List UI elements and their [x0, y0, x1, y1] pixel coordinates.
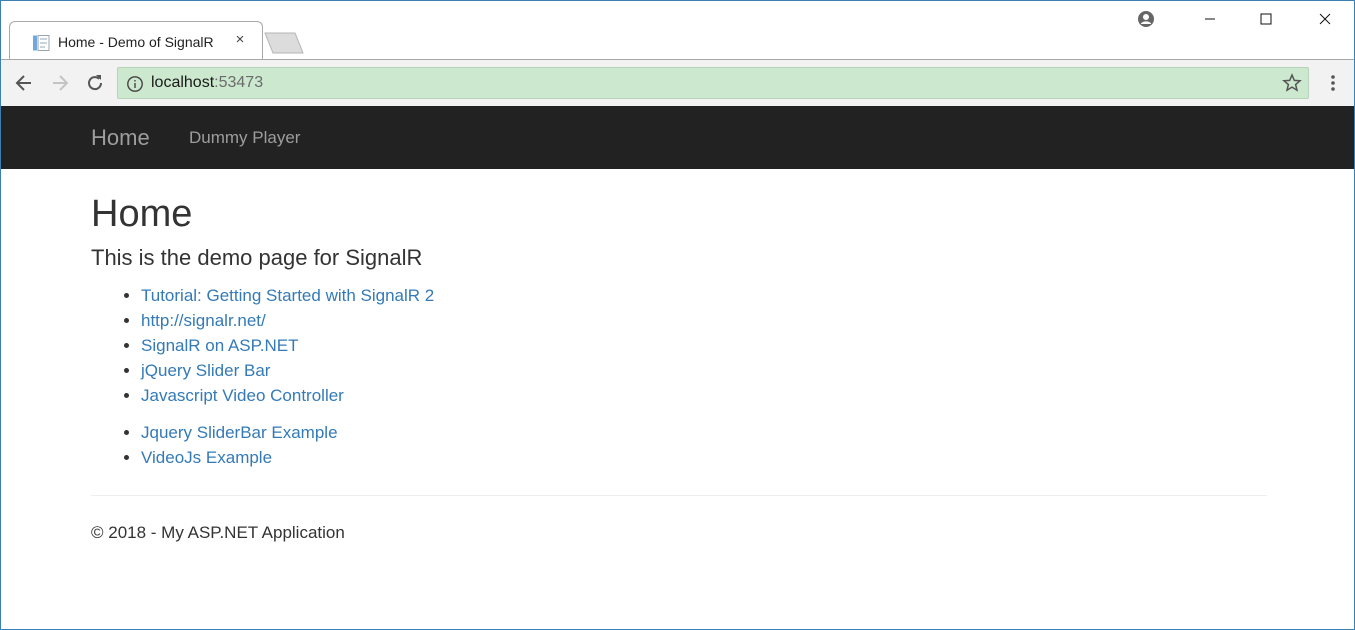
address-bar[interactable]: localhost:53473: [117, 67, 1309, 99]
close-window-button[interactable]: [1302, 5, 1348, 33]
nav-link-dummy-player[interactable]: Dummy Player: [189, 128, 300, 148]
tab-title: Home - Demo of SignalR: [58, 34, 214, 50]
url-port: :53473: [214, 74, 264, 91]
web-page: Home Dummy Player Home This is the demo …: [1, 106, 1354, 629]
tab-strip: Home - Demo of SignalR ×: [1, 1, 1354, 61]
list-item: Javascript Video Controller: [141, 383, 434, 408]
footer-text: © 2018 - My ASP.NET Application: [91, 523, 345, 542]
list-item: VideoJs Example: [141, 445, 338, 470]
browser-menu-icon[interactable]: [1323, 72, 1343, 94]
site-navbar: Home Dummy Player: [1, 106, 1354, 169]
navbar-brand-link[interactable]: Home: [91, 125, 150, 151]
footer-divider: [91, 495, 1267, 496]
list-item: http://signalr.net/: [141, 308, 434, 333]
browser-tab[interactable]: Home - Demo of SignalR ×: [9, 21, 263, 61]
browser-window: Home - Demo of SignalR × localhost:53473…: [0, 0, 1355, 630]
link-signalr-tutorial[interactable]: Tutorial: Getting Started with SignalR 2: [141, 286, 434, 305]
link-js-video-controller[interactable]: Javascript Video Controller: [141, 386, 344, 405]
forward-arrow-icon[interactable]: [49, 72, 71, 94]
url-text: localhost:53473: [151, 74, 263, 92]
link-jquery-sliderbar-example[interactable]: Jquery SliderBar Example: [141, 423, 338, 442]
link-signalr-net[interactable]: http://signalr.net/: [141, 311, 266, 330]
list-item: Jquery SliderBar Example: [141, 420, 338, 445]
url-host: localhost: [151, 74, 215, 91]
new-tab-button[interactable]: [263, 32, 304, 54]
site-info-icon[interactable]: [126, 75, 144, 93]
resource-links-list: Tutorial: Getting Started with SignalR 2…: [91, 283, 434, 408]
example-links-list: Jquery SliderBar Example VideoJs Example: [91, 420, 338, 470]
link-jquery-slider-bar[interactable]: jQuery Slider Bar: [141, 361, 270, 380]
back-arrow-icon[interactable]: [13, 72, 35, 94]
browser-toolbar: localhost:53473: [1, 59, 1354, 107]
list-item: Tutorial: Getting Started with SignalR 2: [141, 283, 434, 308]
list-item: jQuery Slider Bar: [141, 358, 434, 383]
reload-icon[interactable]: [84, 72, 106, 94]
bookmark-star-icon[interactable]: [1282, 73, 1302, 93]
page-lead: This is the demo page for SignalR: [91, 245, 423, 270]
tab-close-icon[interactable]: ×: [232, 31, 248, 48]
page-icon: [32, 35, 50, 51]
link-videojs-example[interactable]: VideoJs Example: [141, 448, 272, 467]
link-signalr-aspnet[interactable]: SignalR on ASP.NET: [141, 336, 299, 355]
maximize-button[interactable]: [1243, 5, 1289, 33]
list-item: SignalR on ASP.NET: [141, 333, 434, 358]
minimize-button[interactable]: [1187, 5, 1233, 33]
profile-icon[interactable]: [1137, 10, 1155, 28]
page-title: Home: [91, 193, 193, 235]
